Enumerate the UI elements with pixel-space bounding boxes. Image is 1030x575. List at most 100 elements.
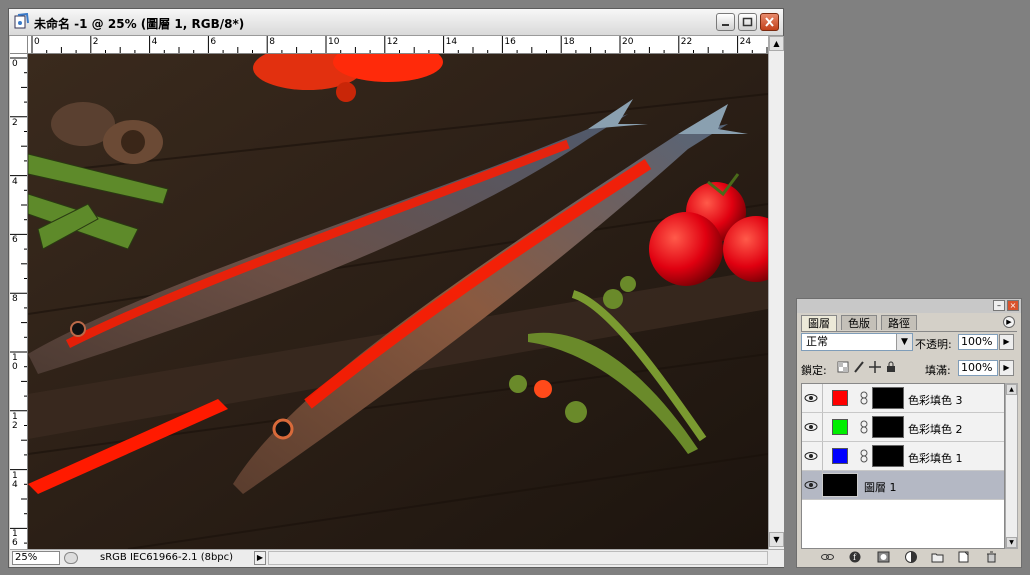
ruler-label: 4 [151,37,158,47]
scroll-down-arrow[interactable]: ▼ [769,532,784,547]
lock-label: 鎖定: [801,364,827,377]
layer-row-selected[interactable]: 圖層 1 [802,471,1004,500]
link-layers-icon[interactable] [821,551,834,563]
color-fill-swatch[interactable] [832,448,848,464]
ruler-label: 10 [328,37,340,47]
layers-list: 色彩填色 3 色彩填色 2 色彩填色 1 圖層 1 [801,383,1005,549]
layer-row[interactable]: 色彩填色 2 [802,413,1004,442]
divider [822,384,823,412]
lock-transparency-icon[interactable] [837,361,849,373]
blend-mode-value: 正常 [806,335,828,348]
status-bar: 25% sRGB IEC61966-2.1 (8bpc) ▶ [10,549,784,567]
eye-icon[interactable] [804,449,818,463]
horizontal-ruler[interactable]: 0 2 4 6 8 10 12 14 16 18 20 22 24 [28,36,768,54]
divider [822,442,823,470]
maximize-icon [742,17,753,27]
document-horizontal-scrollbar[interactable] [268,551,768,565]
ruler-label: 6 [210,37,217,47]
eye-icon[interactable] [804,420,818,434]
add-mask-icon[interactable] [877,551,890,563]
photoshop-document-icon [14,13,29,29]
ruler-label: 6 [12,235,18,246]
layer-style-icon[interactable]: f [849,551,862,563]
layer-name: 圖層 1 [864,481,897,494]
layer-mask-thumbnail[interactable] [872,387,904,409]
layer-name: 色彩填色 2 [908,423,963,436]
status-info-icon[interactable] [64,552,78,564]
panel-tabs: 圖層 色版 路徑 ▶ [801,315,1017,332]
layers-panel: – × 圖層 色版 路徑 ▶ 正常 ▼ 不透明: 100% ▶ 鎖定: 填滿: … [796,298,1022,568]
lock-move-icon[interactable] [869,361,881,373]
layer-name: 色彩填色 3 [908,394,963,407]
status-menu-arrow[interactable]: ▶ [254,551,266,565]
color-fill-swatch[interactable] [832,390,848,406]
ruler-label: 22 [680,37,693,47]
scroll-up-arrow[interactable]: ▲ [769,36,784,51]
document-vertical-scrollbar[interactable]: ▲ ▼ [768,36,784,549]
panel-titlebar[interactable]: – × [797,299,1021,313]
ruler-label: 14 [445,37,458,47]
link-chain-icon[interactable] [860,420,868,434]
panel-minimize-button[interactable]: – [993,300,1005,311]
image-canvas[interactable] [28,54,768,549]
layer-mask-thumbnail[interactable] [872,445,904,467]
blend-mode-select[interactable]: 正常 ▼ [801,333,913,351]
layer-thumbnail[interactable] [822,473,858,497]
ruler-label: 2 [92,37,99,47]
chevron-down-icon: ▼ [896,334,912,350]
tab-layers[interactable]: 圖層 [801,315,837,331]
eye-icon[interactable] [804,391,818,405]
layers-panel-footer: f [801,550,1017,565]
ruler-corner[interactable] [10,36,28,54]
ruler-label: 0 [34,37,40,47]
trash-icon[interactable] [985,551,998,563]
eye-icon[interactable] [804,478,818,492]
opacity-slider-arrow[interactable]: ▶ [999,334,1014,350]
ruler-label: 0 [12,59,18,69]
zoom-field[interactable]: 25% [12,551,60,565]
fill-field[interactable]: 100% [958,360,998,376]
ruler-label: 8 [269,37,275,47]
panel-close-button[interactable]: × [1007,300,1019,311]
ruler-label: 8 [12,294,18,305]
ruler-label: 2 [12,117,18,128]
layer-row[interactable]: 色彩填色 1 [802,442,1004,471]
ruler-label: 18 [563,37,575,47]
layer-mask-thumbnail[interactable] [872,416,904,438]
tab-paths[interactable]: 路徑 [881,315,917,330]
layer-row[interactable]: 色彩填色 3 [802,384,1004,413]
lock-paint-brush-icon[interactable] [853,361,865,373]
document-window: 未命名 -1 @ 25% (圖層 1, RGB/8*) 0 2 4 6 8 10 12 14 1… [8,8,784,568]
ruler-label: 20 [622,37,634,47]
layer-name: 色彩填色 1 [908,452,963,465]
tab-channels[interactable]: 色版 [841,315,877,330]
adjustment-layer-icon[interactable] [905,551,918,563]
fill-label: 填滿: [925,364,951,377]
new-layer-icon[interactable] [957,551,970,563]
document-titlebar[interactable]: 未命名 -1 @ 25% (圖層 1, RGB/8*) [9,9,783,36]
status-text: sRGB IEC61966-2.1 (8bpc) [100,552,234,563]
ruler-label: 24 [739,37,752,47]
ruler-label: 4 [12,176,18,187]
vertical-ruler[interactable]: 0 2 4 6 8 1 0 1 2 1 4 1 6 [10,54,28,549]
maximize-button[interactable] [738,13,757,31]
lock-all-icon[interactable] [885,361,897,373]
opacity-label: 不透明: [915,338,952,351]
ruler-label: 1 2 [12,411,18,431]
layers-scrollbar[interactable]: ▲ ▼ [1005,383,1018,549]
fill-slider-arrow[interactable]: ▶ [999,360,1014,376]
link-chain-icon[interactable] [860,391,868,405]
color-fill-swatch[interactable] [832,419,848,435]
link-chain-icon[interactable] [860,449,868,463]
divider [822,413,823,441]
ruler-label: 16 [504,37,516,47]
panel-menu-icon[interactable]: ▶ [1003,316,1015,328]
ruler-label: 1 0 [12,353,18,372]
new-group-folder-icon[interactable] [931,551,944,563]
close-button[interactable] [760,13,779,31]
ruler-label: 1 4 [12,470,18,490]
minimize-button[interactable] [716,13,735,31]
opacity-field[interactable]: 100% [958,334,998,350]
scroll-down-arrow[interactable]: ▼ [1006,537,1017,548]
scroll-up-arrow[interactable]: ▲ [1006,384,1017,395]
